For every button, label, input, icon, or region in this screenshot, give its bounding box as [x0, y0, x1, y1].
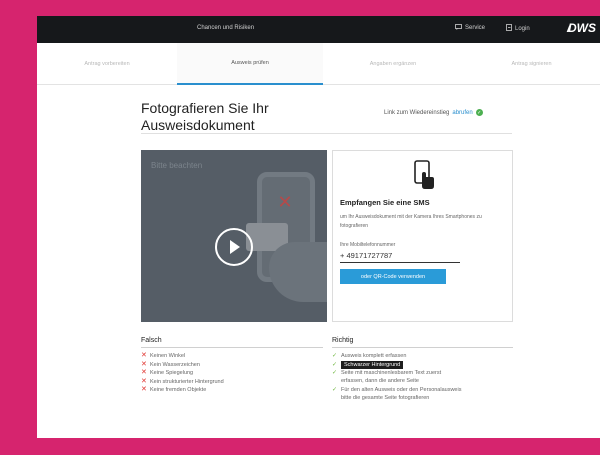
step-antrag-vorbereiten[interactable]: Antrag vorbereiten	[37, 43, 177, 85]
service-link[interactable]: Service	[455, 24, 485, 32]
smartphone-tap-icon	[409, 160, 437, 195]
right-list: ✓ Ausweis komplett erfassen ✓ Schwarzer Hi…	[332, 352, 461, 403]
step-ausweis-pruefen[interactable]: Ausweis prüfen	[177, 43, 323, 85]
sms-panel: Empfangen Sie eine SMS um Ihr Ausweisdok…	[332, 150, 513, 322]
right-divider	[332, 347, 513, 348]
list-item: ✕ Keine Spiegelung	[141, 369, 194, 376]
checkmark-icon: ✓	[332, 369, 338, 376]
divider	[141, 133, 512, 134]
list-item: ✓bitte die gesamte Seite fotografieren	[341, 395, 430, 401]
page-title: Fotografieren Sie Ihr Ausweisdokument	[141, 100, 269, 133]
list-item: ✓erfassen, dann die andere Seite	[341, 378, 419, 384]
list-item: ✓ Seite mit maschinenlesbarem Text zuerst	[332, 369, 442, 376]
header-title: Chancen und Risiken	[197, 25, 255, 31]
login-label: Login	[515, 25, 530, 32]
wrong-list: ✕ Keinen Winkel ✕ Kein Wasserzeichen ✕ Kein…	[141, 352, 224, 395]
cross-icon: ✕	[141, 369, 147, 376]
play-button[interactable]	[215, 228, 253, 266]
list-item: ✓ Ausweis komplett erfassen	[332, 353, 407, 359]
app-frame: Chancen und Risiken Service Login //DWS …	[37, 16, 600, 438]
check-icon: ✓	[475, 109, 483, 116]
cross-icon: ✕	[141, 360, 147, 368]
cross-icon: ✕	[141, 352, 147, 359]
restart-link[interactable]: abrufen	[452, 110, 472, 116]
dws-logo[interactable]: //DWS	[567, 21, 596, 35]
service-label: Service	[465, 25, 486, 31]
login-link[interactable]: Login	[506, 24, 530, 33]
right-title: Richtig	[332, 337, 354, 344]
list-item: ✓ Für den alten Ausweis oder den Personal…	[332, 386, 462, 393]
chat-icon	[455, 24, 462, 32]
list-item: ✕ Keinen Winkel	[141, 352, 186, 359]
list-item: ✕ Kein strukturierter Hintergrund	[141, 377, 224, 385]
wrong-title: Falsch	[141, 337, 162, 344]
checkmark-icon: ✓	[332, 361, 338, 368]
phone-number-input[interactable]: + 49171727787	[340, 251, 460, 263]
cross-icon: ✕	[141, 377, 147, 385]
cross-icon: ✕	[141, 386, 147, 393]
top-bar: Chancen und Risiken Service Login //DWS	[37, 16, 600, 43]
step-navigation: Antrag vorbereiten Ausweis prüfen Angabe…	[37, 43, 600, 85]
tooltip-label: Schwarzer Hintergrund	[341, 360, 404, 369]
sms-heading: Empfangen Sie eine SMS	[340, 198, 430, 207]
qr-code-button[interactable]: oder QR-Code verwenden	[340, 269, 446, 284]
list-item: ✓ Schwarzer Hintergrund	[332, 360, 461, 369]
play-icon	[230, 240, 240, 254]
step-antrag-signieren[interactable]: Antrag signieren	[463, 43, 600, 85]
wrong-divider	[141, 347, 323, 348]
phone-label: Ihre Mobiltelefonnummer	[340, 242, 396, 248]
restart-link-row: Link zum Wiedereinstieg abrufen ✓	[384, 109, 483, 116]
step-angaben-ergaenzen[interactable]: Angaben ergänzen	[323, 43, 463, 85]
cross-icon: ✕	[277, 192, 293, 212]
list-item: ✕ Kein Wasserzeichen	[141, 360, 200, 368]
sms-description: um Ihr Ausweisdokument mit der Kamera Ih…	[340, 214, 482, 229]
checkmark-icon: ✓	[332, 353, 338, 359]
checkmark-icon: ✓	[332, 386, 338, 393]
tutorial-video[interactable]: Bitte beachten ✕	[141, 150, 327, 322]
login-icon	[506, 24, 512, 33]
list-item: ✕ Keine fremden Objekte	[141, 386, 207, 393]
restart-text: Link zum Wiedereinstieg	[384, 109, 450, 116]
hand-illustration	[269, 242, 327, 302]
video-note: Bitte beachten	[151, 161, 203, 170]
